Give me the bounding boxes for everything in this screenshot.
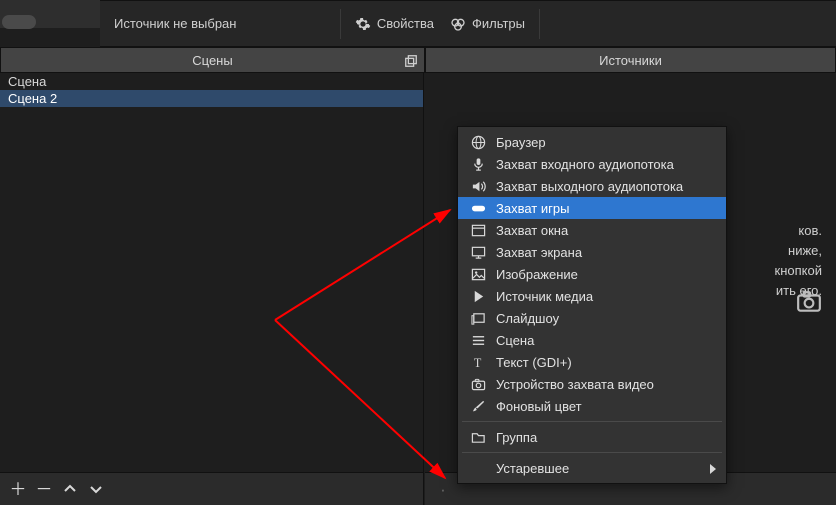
menu-label: Устройство захвата видео	[496, 377, 654, 392]
camera-icon	[796, 289, 822, 315]
filters-label: Фильтры	[472, 16, 525, 31]
status-bar: Источник не выбран Свойства Фильтры	[100, 0, 836, 47]
menu-label: Захват экрана	[496, 245, 582, 260]
scenes-title: Сцены	[192, 53, 232, 68]
scene-row[interactable]: Сцена 2	[0, 90, 423, 107]
add-scene-button[interactable]: ＋	[6, 477, 30, 501]
add-source-menu: Браузер Захват входного аудиопотока Захв…	[457, 126, 727, 484]
text-icon: T	[470, 354, 486, 370]
menu-label: Фоновый цвет	[496, 399, 582, 414]
filters-icon	[450, 16, 466, 32]
remove-scene-button[interactable]: －	[32, 477, 56, 501]
menu-label: Изображение	[496, 267, 578, 282]
menu-separator	[462, 421, 722, 422]
window-icon	[470, 222, 486, 238]
properties-button[interactable]: Свойства	[347, 12, 442, 36]
slideshow-icon	[470, 310, 486, 326]
submenu-arrow-icon	[710, 464, 716, 474]
separator	[539, 9, 540, 39]
sources-title: Источники	[599, 53, 662, 68]
menu-item-deprecated[interactable]: Устаревшее	[458, 457, 726, 479]
separator	[340, 9, 341, 39]
properties-label: Свойства	[377, 16, 434, 31]
menu-item-audio-input[interactable]: Захват входного аудиопотока	[458, 153, 726, 175]
scenes-list[interactable]: Сцена Сцена 2	[0, 73, 424, 472]
menu-item-color-source[interactable]: Фоновый цвет	[458, 395, 726, 417]
no-source-label: Источник не выбран	[114, 16, 236, 31]
menu-item-video-capture[interactable]: Устройство захвата видео	[458, 373, 726, 395]
menu-label: Браузер	[496, 135, 546, 150]
speaker-icon	[470, 178, 486, 194]
gear-icon	[355, 16, 371, 32]
folder-icon	[470, 429, 486, 445]
menu-item-media-source[interactable]: Источник медиа	[458, 285, 726, 307]
menu-label: Группа	[496, 430, 537, 445]
menu-label: Захват выходного аудиопотока	[496, 179, 683, 194]
menu-item-game-capture[interactable]: Захват игры	[458, 197, 726, 219]
add-source-button[interactable]: ·	[431, 477, 455, 501]
menu-item-slideshow[interactable]: Слайдшоу	[458, 307, 726, 329]
image-icon	[470, 266, 486, 282]
scene-label: Сцена	[8, 73, 46, 90]
chevron-down-icon	[88, 481, 104, 497]
menu-item-audio-output[interactable]: Захват выходного аудиопотока	[458, 175, 726, 197]
menu-label: Источник медиа	[496, 289, 593, 304]
svg-text:T: T	[473, 356, 481, 370]
mic-icon	[470, 156, 486, 172]
minus-icon: －	[36, 481, 53, 498]
play-icon	[470, 288, 486, 304]
menu-item-browser[interactable]: Браузер	[458, 131, 726, 153]
filters-button[interactable]: Фильтры	[442, 12, 533, 36]
undock-button[interactable]	[402, 52, 420, 70]
sources-header: Источники	[425, 47, 836, 73]
brush-icon	[470, 398, 486, 414]
menu-label: Слайдшоу	[496, 311, 559, 326]
plus-icon: ＋	[10, 481, 27, 498]
menu-item-image[interactable]: Изображение	[458, 263, 726, 285]
menu-separator	[462, 452, 722, 453]
globe-icon	[470, 134, 486, 150]
chevron-up-icon	[62, 481, 78, 497]
menu-item-display-capture[interactable]: Захват экрана	[458, 241, 726, 263]
menu-label: Захват окна	[496, 223, 568, 238]
scene-row[interactable]: Сцена	[0, 73, 423, 90]
menu-label: Захват входного аудиопотока	[496, 157, 674, 172]
menu-label: Захват игры	[496, 201, 569, 216]
plus-icon: ·	[440, 481, 446, 498]
monitor-icon	[470, 244, 486, 260]
blank-icon	[470, 460, 486, 476]
gamepad-icon	[470, 200, 486, 216]
scenes-header: Сцены	[0, 47, 425, 73]
menu-label: Текст (GDI+)	[496, 355, 572, 370]
menu-item-window-capture[interactable]: Захват окна	[458, 219, 726, 241]
preview-avatar	[2, 15, 36, 29]
menu-item-scene[interactable]: Сцена	[458, 329, 726, 351]
menu-label: Устаревшее	[496, 461, 569, 476]
menu-item-text[interactable]: T Текст (GDI+)	[458, 351, 726, 373]
move-up-button[interactable]	[58, 477, 82, 501]
camera-icon	[470, 376, 486, 392]
menu-label: Сцена	[496, 333, 534, 348]
status-buttons: Свойства Фильтры	[334, 1, 546, 46]
move-down-button[interactable]	[84, 477, 108, 501]
scene-label: Сцена 2	[8, 90, 57, 107]
lines-icon	[470, 332, 486, 348]
undock-icon	[404, 54, 418, 68]
scenes-toolbar: ＋ －	[0, 472, 424, 505]
menu-item-group[interactable]: Группа	[458, 426, 726, 448]
